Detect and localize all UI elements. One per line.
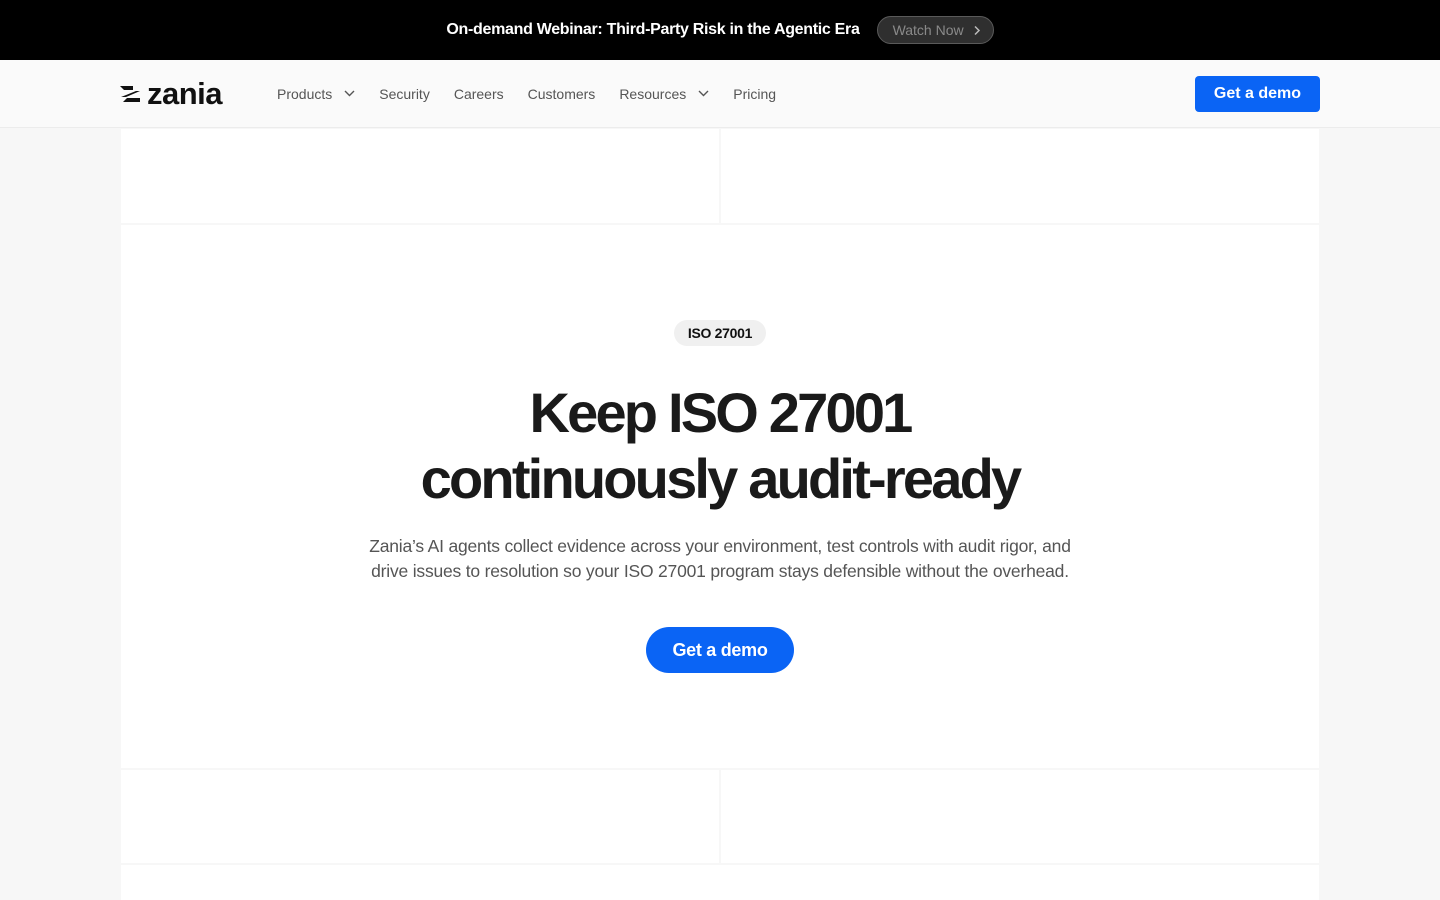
chevron-down-icon: [698, 90, 709, 97]
site-header: zania Products Security Careers Customer…: [0, 60, 1440, 128]
hero-subtext: Zania’s AI agents collect evidence acros…: [330, 534, 1110, 584]
nav-item-security[interactable]: Security: [379, 86, 430, 102]
subtext-line-2: drive issues to resolution so your ISO 2…: [371, 561, 1069, 581]
nav-label: Pricing: [733, 85, 777, 102]
chevron-down-icon: [344, 90, 355, 97]
nav-label: Resources: [619, 85, 687, 102]
logo[interactable]: zania: [120, 76, 223, 111]
nav-item-careers[interactable]: Careers: [454, 86, 504, 102]
grid-cell-bottom-right: [721, 770, 1319, 863]
nav-item-products[interactable]: Products: [277, 86, 355, 102]
main-nav: Products Security Careers Customers Reso…: [277, 60, 800, 127]
announcement-bar: On-demand Webinar: Third-Party Risk in t…: [0, 0, 1440, 60]
grid-cell-bottom-left: [121, 770, 719, 863]
grid-cell-top-left: [121, 129, 719, 223]
watch-now-button[interactable]: Watch Now: [876, 16, 994, 44]
announcement-text: On-demand Webinar: Third-Party Risk in t…: [446, 21, 860, 38]
nav-label: Customers: [527, 85, 596, 102]
headline-line-2: continuously audit-ready: [420, 447, 1022, 510]
chevron-right-icon: [973, 25, 981, 36]
zania-logo-mark-icon: [120, 85, 140, 102]
nav-item-customers[interactable]: Customers: [528, 86, 596, 102]
hero-get-demo-button[interactable]: Get a demo: [646, 627, 794, 673]
nav-item-resources[interactable]: Resources: [619, 86, 709, 102]
subtext-line-1: Zania’s AI agents collect evidence acros…: [369, 536, 1071, 556]
hero-badge: ISO 27001: [674, 320, 766, 346]
header-get-demo-button[interactable]: Get a demo: [1195, 76, 1320, 112]
nav-label: Careers: [453, 85, 504, 102]
nav-label: Products: [277, 85, 333, 102]
grid-cell-next-section: [121, 865, 1319, 900]
grid-cell-top-right: [721, 129, 1319, 223]
logo-wordmark: zania: [147, 76, 223, 111]
nav-item-pricing[interactable]: Pricing: [733, 86, 776, 102]
headline-line-1: Keep ISO 27001: [529, 381, 913, 444]
watch-now-label: Watch Now: [892, 22, 964, 38]
nav-label: Security: [379, 85, 430, 102]
hero-headline: Keep ISO 27001 continuously audit-ready: [320, 380, 1120, 512]
